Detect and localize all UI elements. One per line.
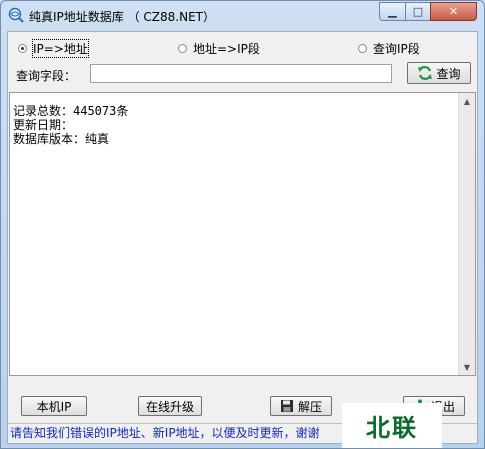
online-update-label: 在线升级 (145, 399, 194, 414)
local-ip-button[interactable]: 本机IP (21, 396, 87, 416)
scroll-down-icon[interactable]: ▼ (459, 359, 475, 375)
query-input[interactable] (90, 64, 392, 83)
main-window: 纯真IP地址数据库 （ CZ88.NET） ▁ □ ✕ IP=>地址 地址=>I… (0, 0, 485, 449)
window-title: 纯真IP地址数据库 （ CZ88.NET） (29, 10, 215, 24)
mode-label: 地址=>IP段 (193, 42, 260, 56)
result-output[interactable]: 记录总数：445073条 更新日期： 数据库版本：纯真 ▲ ▼ (9, 92, 476, 376)
query-button-label: 查询 (436, 66, 461, 81)
radio-indicator (178, 44, 187, 53)
mode-query-ip-range[interactable]: 查询IP段 (358, 40, 420, 57)
query-button[interactable]: 查询 (407, 62, 471, 84)
mode-ip-to-address[interactable]: IP=>地址 (18, 39, 89, 58)
vertical-scrollbar[interactable]: ▲ ▼ (458, 93, 475, 375)
minimize-button[interactable]: ▁ (379, 2, 406, 21)
scroll-up-icon[interactable]: ▲ (459, 93, 475, 109)
title-bar[interactable]: 纯真IP地址数据库 （ CZ88.NET） ▁ □ ✕ (1, 1, 484, 31)
close-button[interactable]: ✕ (430, 2, 477, 21)
mode-label: IP=>地址 (32, 39, 89, 58)
radio-indicator (358, 44, 367, 53)
online-update-button[interactable]: 在线升级 (138, 396, 202, 416)
minimize-icon: ▁ (388, 5, 397, 18)
refresh-icon (418, 66, 433, 80)
result-text: 记录总数：445073条 更新日期： 数据库版本：纯真 (13, 104, 129, 146)
maximize-icon: □ (412, 5, 424, 18)
close-icon: ✕ (448, 5, 459, 18)
app-icon (8, 7, 24, 23)
mode-address-to-ip-range[interactable]: 地址=>IP段 (178, 40, 260, 57)
local-ip-label: 本机IP (36, 399, 72, 414)
unzip-label: 解压 (297, 399, 322, 414)
unzip-button[interactable]: 解压 (270, 396, 332, 416)
query-field-label: 查询字段： (16, 69, 77, 83)
maximize-button[interactable]: □ (405, 2, 431, 21)
watermark-logo: 北联 (342, 403, 442, 448)
floppy-disk-icon (280, 400, 293, 412)
client-area: IP=>地址 地址=>IP段 查询IP段 查询字段： 查询 记录总数：44507… (7, 31, 478, 444)
radio-indicator (18, 44, 27, 53)
mode-label: 查询IP段 (373, 42, 420, 56)
